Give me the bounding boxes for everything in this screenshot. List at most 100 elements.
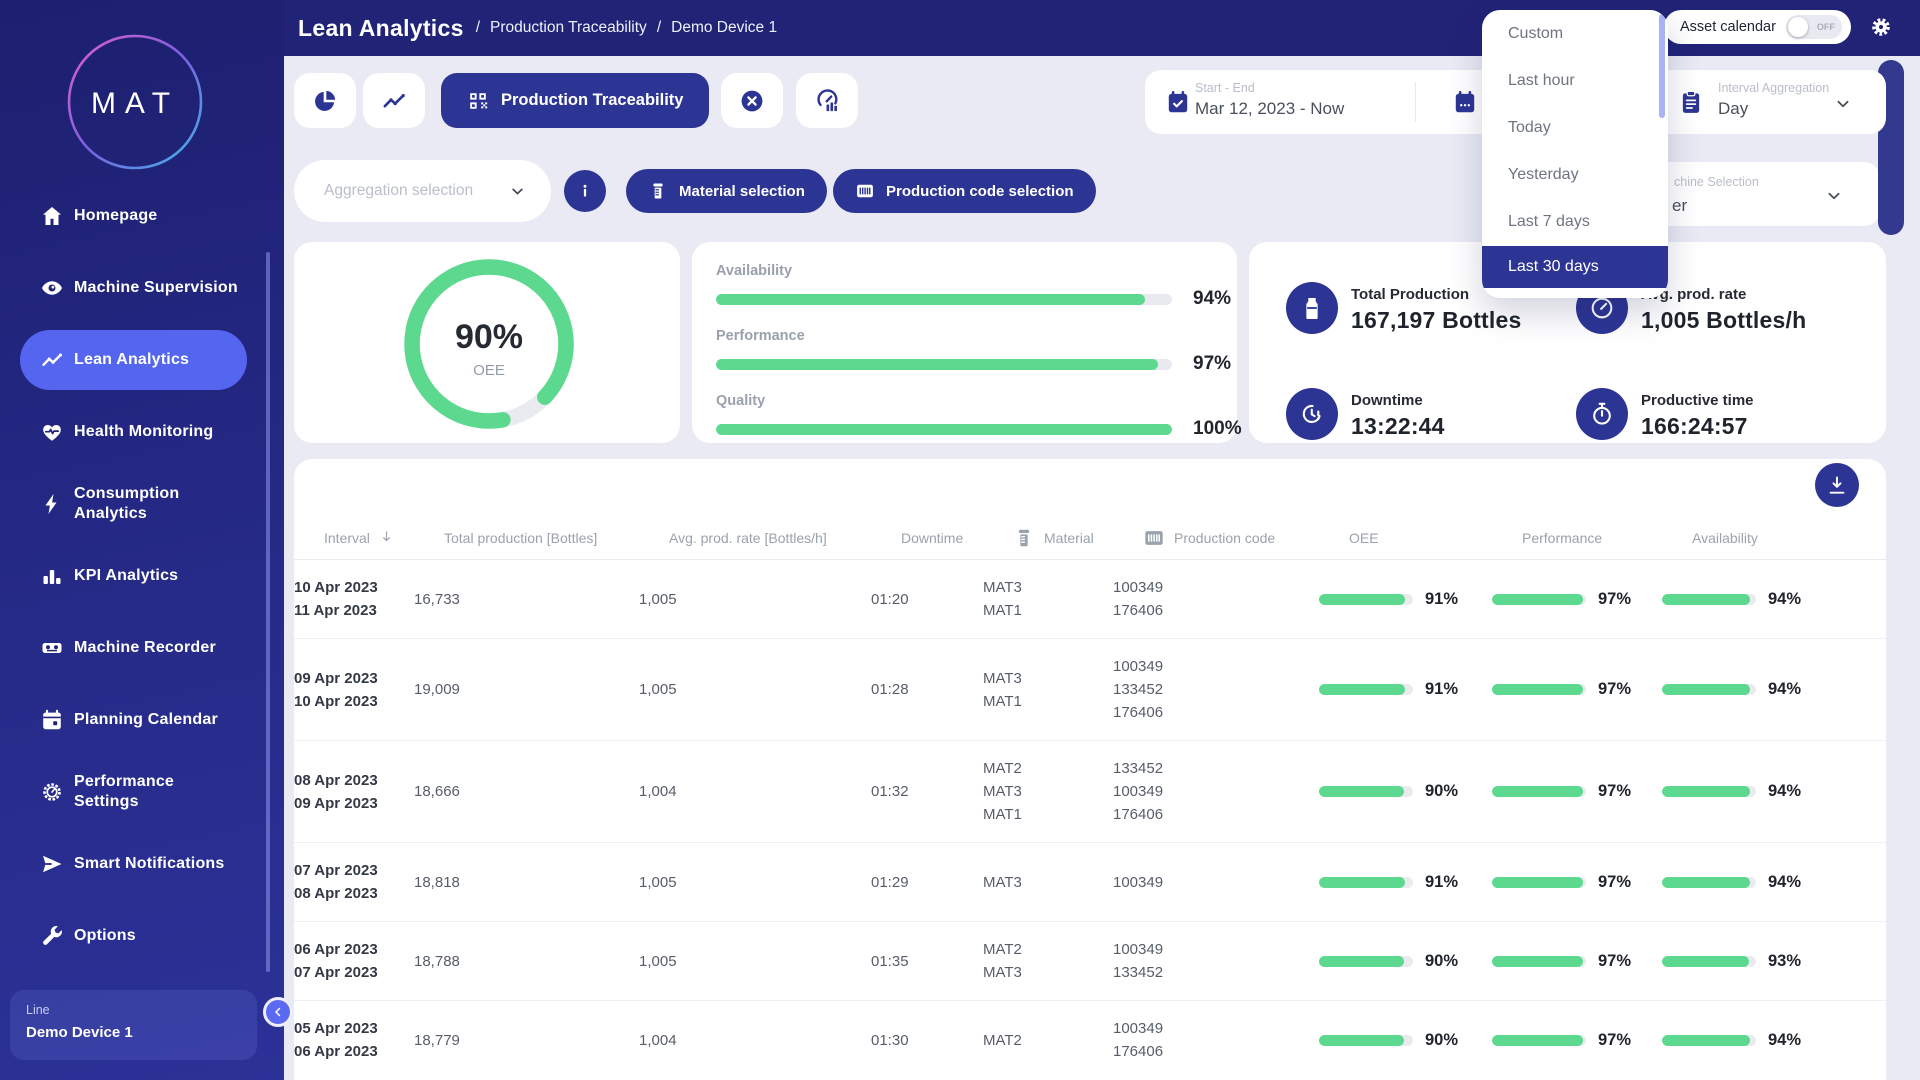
clock-alert-icon-circle — [1286, 388, 1338, 440]
sidebar-item-health-monitoring[interactable]: Health Monitoring — [0, 396, 284, 468]
progress-bar — [1662, 786, 1756, 797]
date-range-field[interactable]: Start - End Mar 12, 2023 - Now — [1195, 81, 1344, 119]
column-header-performance[interactable]: Performance — [1522, 530, 1692, 546]
material-cell: MAT2MAT3MAT1 — [983, 757, 1113, 826]
material-value: MAT3 — [983, 667, 1113, 690]
kpi-bar-label: Performance — [716, 328, 1213, 344]
sidebar-item-kpi-analytics[interactable]: KPI Analytics — [0, 540, 284, 612]
production-code-selection-button[interactable]: Production code selection — [833, 169, 1096, 213]
bottle-icon — [1299, 295, 1325, 321]
sidebar-item-smart-notifications[interactable]: Smart Notifications — [0, 828, 284, 900]
logo-text: MAT — [91, 87, 179, 120]
asset-calendar-toggle[interactable]: OFF — [1786, 15, 1842, 39]
table-row[interactable]: 07 Apr 202308 Apr 202318,8181,00501:29MA… — [294, 842, 1886, 921]
downtime-cell: 01:32 — [871, 780, 983, 803]
x-circle-button[interactable] — [721, 73, 783, 128]
progress-fill — [1662, 594, 1750, 605]
send-icon — [40, 852, 64, 876]
column-header-oee[interactable]: OEE — [1336, 530, 1522, 546]
progress-bar — [1319, 956, 1413, 967]
trend-button[interactable] — [363, 73, 425, 128]
aggregation-selection-dropdown[interactable]: Aggregation selection — [294, 160, 551, 222]
table-row[interactable]: 09 Apr 202310 Apr 202319,0091,00501:28MA… — [294, 638, 1886, 740]
time-option-today[interactable]: Today — [1482, 104, 1668, 151]
column-header-material[interactable]: Material — [1013, 527, 1143, 549]
column-header-interval[interactable]: Interval — [324, 529, 444, 548]
column-header-availability[interactable]: Availability — [1692, 530, 1886, 546]
column-header-downtime[interactable]: Downtime — [901, 530, 1013, 546]
apq-bars-card: Availability94%Performance97%Quality100% — [692, 242, 1237, 443]
sidebar-scrollbar[interactable] — [266, 252, 270, 972]
time-option-last-30-days[interactable]: Last 30 days — [1482, 246, 1668, 288]
chevron-down-icon[interactable] — [1833, 94, 1853, 114]
column-header-production-code[interactable]: Production code — [1143, 527, 1336, 549]
production-traceability-button[interactable]: Production Traceability — [441, 73, 709, 128]
interval-aggregation-field[interactable]: Interval Aggregation Day — [1718, 81, 1829, 119]
downtime-cell: 01:20 — [871, 588, 983, 611]
interval-cell: 07 Apr 202308 Apr 2023 — [294, 859, 414, 905]
sidebar-item-lean-analytics[interactable]: Lean Analytics — [20, 330, 247, 390]
table-row[interactable]: 10 Apr 202311 Apr 202316,7331,00501:20MA… — [294, 560, 1886, 638]
interval-date: 08 Apr 2023 — [294, 882, 414, 905]
material-selection-button[interactable]: Material selection — [626, 169, 827, 213]
availability-cell-value: 94% — [1768, 1031, 1801, 1050]
interval-date: 08 Apr 2023 — [294, 769, 414, 792]
progress-bar — [1319, 786, 1413, 797]
pie-chart-button[interactable] — [294, 73, 356, 128]
sidebar-item-planning-calendar[interactable]: Planning Calendar — [0, 684, 284, 756]
availability-cell: 94% — [1662, 873, 1886, 892]
interval-date: 11 Apr 2023 — [294, 599, 414, 622]
column-header-label: Downtime — [901, 530, 963, 546]
dropdown-scrollbar[interactable] — [1659, 14, 1665, 118]
oee-cell-value: 90% — [1425, 1031, 1458, 1050]
breadcrumb-separator: / — [657, 19, 661, 37]
stat-value: 13:22:44 — [1351, 413, 1445, 440]
sidebar-item-machine-recorder[interactable]: Machine Recorder — [0, 612, 284, 684]
stat-value: 166:24:57 — [1641, 413, 1754, 440]
material-value: MAT3 — [983, 576, 1113, 599]
production-code-cell: 100349133452176406 — [1113, 655, 1306, 724]
time-option-custom[interactable]: Custom — [1482, 10, 1668, 57]
info-button[interactable] — [564, 170, 606, 212]
speedometer-icon — [1589, 295, 1615, 321]
calendar-dots-icon[interactable] — [1452, 89, 1478, 115]
progress-fill — [1319, 1035, 1404, 1046]
progress-fill — [716, 359, 1158, 370]
wrench-icon — [40, 924, 64, 948]
download-button[interactable] — [1815, 463, 1859, 507]
time-option-last-7-days[interactable]: Last 7 days — [1482, 198, 1668, 245]
time-option-last-hour[interactable]: Last hour — [1482, 57, 1668, 104]
breadcrumb-production-traceability[interactable]: Production Traceability — [490, 19, 647, 37]
total-production-cell: 19,009 — [414, 678, 639, 701]
sidebar-item-machine-supervision[interactable]: Machine Supervision — [0, 252, 284, 324]
avg-prod-rate-cell: 1,005 — [639, 950, 871, 973]
progress-fill — [1492, 1035, 1583, 1046]
sidebar-collapse-button[interactable] — [263, 997, 293, 1027]
sidebar-item-consumption-analytics[interactable]: Consumption Analytics — [0, 468, 284, 540]
settings-gear-button[interactable] — [1869, 15, 1895, 41]
gauge-bars-button[interactable] — [796, 73, 858, 128]
sort-arrow-icon — [379, 529, 394, 548]
chevron-down-icon — [1824, 186, 1844, 206]
bar-chart-icon — [40, 564, 64, 588]
chevron-down-icon — [508, 182, 527, 201]
chevron-left-icon — [271, 1005, 285, 1019]
progress-fill — [1492, 684, 1583, 695]
availability-cell-value: 93% — [1768, 952, 1801, 971]
stat-text: Downtime13:22:44 — [1351, 388, 1445, 440]
column-header-total-production-bottles[interactable]: Total production [Bottles] — [444, 530, 669, 546]
table-row[interactable]: 06 Apr 202307 Apr 202318,7881,00501:35MA… — [294, 921, 1886, 1000]
sidebar-item-homepage[interactable]: Homepage — [0, 180, 284, 252]
progress-bar — [716, 359, 1172, 370]
table-row[interactable]: 08 Apr 202309 Apr 202318,6661,00401:32MA… — [294, 740, 1886, 842]
breadcrumb-demo-device-1[interactable]: Demo Device 1 — [671, 19, 777, 37]
table-row[interactable]: 05 Apr 202306 Apr 202318,7791,00401:30MA… — [294, 1000, 1886, 1079]
sidebar-item-options[interactable]: Options — [0, 900, 284, 972]
availability-cell-value: 94% — [1768, 680, 1801, 699]
column-header-avg-prod-rate-bottles-h[interactable]: Avg. prod. rate [Bottles/h] — [669, 530, 901, 546]
kpi-bar-quality: Quality100% — [716, 393, 1213, 440]
time-option-yesterday[interactable]: Yesterday — [1482, 151, 1668, 198]
stat-productive-time: Productive time166:24:57 — [1576, 388, 1754, 440]
column-header-label: Performance — [1522, 530, 1602, 546]
sidebar-item-performance-settings[interactable]: Performance Settings — [0, 756, 284, 828]
